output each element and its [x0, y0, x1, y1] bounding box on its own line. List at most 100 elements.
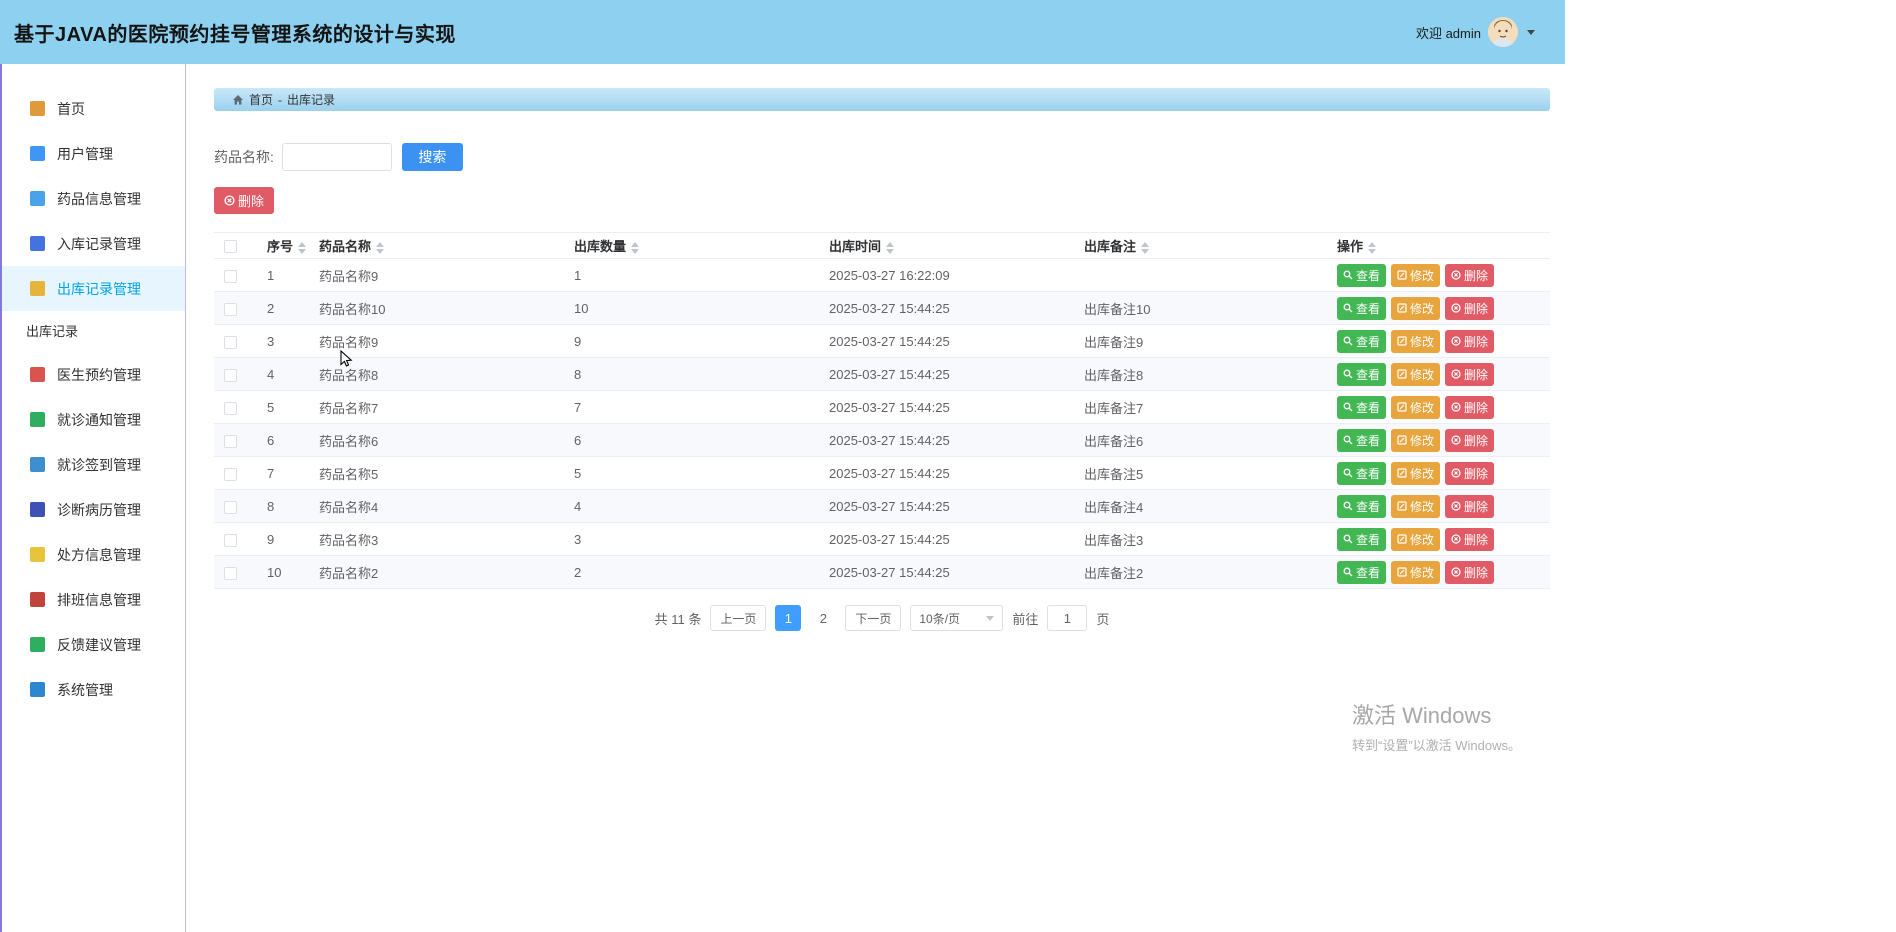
- outbound-records-table: 序号 药品名称 出库数量 出库时间 出库备注 操作 1药品名称912025-03…: [214, 232, 1550, 589]
- sidebar-item-inbound-record-management[interactable]: 入库记录管理: [2, 221, 185, 266]
- cell-index: 6: [257, 424, 309, 457]
- cell-remark: 出库备注5: [1074, 457, 1327, 490]
- delete-button[interactable]: 删除: [1445, 363, 1494, 386]
- table-row: 2药品名称10102025-03-27 15:44:25出库备注10查看修改删除: [214, 292, 1550, 325]
- view-button[interactable]: 查看: [1337, 330, 1386, 353]
- column-header-quantity[interactable]: 出库数量: [564, 233, 819, 259]
- cell-quantity: 2: [564, 556, 819, 589]
- sort-icon[interactable]: [376, 242, 384, 254]
- row-checkbox[interactable]: [224, 567, 237, 580]
- magnifier-icon: [1343, 534, 1353, 544]
- sort-icon[interactable]: [298, 242, 306, 254]
- page-button-1[interactable]: 1: [775, 605, 801, 631]
- sidebar-item-drug-info-management[interactable]: 药品信息管理: [2, 176, 185, 221]
- prev-page-button[interactable]: 上一页: [710, 605, 766, 631]
- select-all-checkbox[interactable]: [224, 240, 237, 253]
- user-menu[interactable]: 欢迎 admin: [1416, 17, 1535, 47]
- edit-button[interactable]: 修改: [1391, 462, 1440, 485]
- sidebar-item-label: 首页: [57, 99, 85, 119]
- delete-button[interactable]: 删除: [1445, 462, 1494, 485]
- cell-time: 2025-03-27 15:44:25: [819, 358, 1074, 391]
- view-button[interactable]: 查看: [1337, 396, 1386, 419]
- edit-button[interactable]: 修改: [1391, 495, 1440, 518]
- row-checkbox[interactable]: [224, 468, 237, 481]
- sidebar-item-outbound-record-management[interactable]: 出库记录管理: [2, 266, 185, 311]
- edit-button-label: 修改: [1410, 333, 1434, 350]
- goto-page-input[interactable]: [1047, 605, 1087, 631]
- batch-delete-button[interactable]: 删除: [214, 187, 274, 214]
- sidebar-item-schedule-info-management[interactable]: 排班信息管理: [2, 577, 185, 622]
- edit-button[interactable]: 修改: [1391, 528, 1440, 551]
- breadcrumb-home[interactable]: 首页: [249, 91, 273, 108]
- row-checkbox[interactable]: [224, 534, 237, 547]
- row-checkbox[interactable]: [224, 501, 237, 514]
- column-label: 操作: [1337, 239, 1363, 254]
- user-avatar-icon[interactable]: [1488, 17, 1518, 47]
- view-button[interactable]: 查看: [1337, 528, 1386, 551]
- table-row: 4药品名称882025-03-27 15:44:25出库备注8查看修改删除: [214, 358, 1550, 391]
- column-header-remark[interactable]: 出库备注: [1074, 233, 1327, 259]
- edit-button[interactable]: 修改: [1391, 396, 1440, 419]
- view-button[interactable]: 查看: [1337, 264, 1386, 287]
- cell-actions: 查看 修改删除: [1327, 391, 1550, 424]
- sidebar-item-system-management[interactable]: 系统管理: [2, 667, 185, 712]
- delete-button[interactable]: 删除: [1445, 330, 1494, 353]
- view-button[interactable]: 查看: [1337, 561, 1386, 584]
- view-button[interactable]: 查看: [1337, 462, 1386, 485]
- edit-button-label: 修改: [1410, 399, 1434, 416]
- sidebar-item-diagnosis-record-management[interactable]: 诊断病历管理: [2, 487, 185, 532]
- view-button[interactable]: 查看: [1337, 495, 1386, 518]
- delete-button[interactable]: 删除: [1445, 264, 1494, 287]
- delete-button[interactable]: 删除: [1445, 396, 1494, 419]
- edit-icon: [1397, 435, 1407, 445]
- sort-icon[interactable]: [1368, 242, 1376, 254]
- edit-button[interactable]: 修改: [1391, 429, 1440, 452]
- edit-button[interactable]: 修改: [1391, 264, 1440, 287]
- column-header-actions[interactable]: 操作: [1327, 233, 1550, 259]
- cell-actions: 查看修改删除: [1327, 259, 1550, 292]
- delete-button[interactable]: 删除: [1445, 528, 1494, 551]
- sort-icon[interactable]: [1141, 242, 1149, 254]
- edit-button[interactable]: 修改: [1391, 561, 1440, 584]
- column-header-index[interactable]: 序号: [257, 233, 309, 259]
- drug-name-input[interactable]: [282, 143, 392, 171]
- sidebar-item-home[interactable]: 首页: [2, 86, 185, 131]
- delete-button-label: 删除: [1464, 564, 1488, 581]
- circle-x-icon: [1451, 270, 1461, 280]
- view-button[interactable]: 查看: [1337, 363, 1386, 386]
- delete-button[interactable]: 删除: [1445, 297, 1494, 320]
- page-size-select[interactable]: 10条/页: [910, 605, 1003, 631]
- column-header-time[interactable]: 出库时间: [819, 233, 1074, 259]
- next-page-button[interactable]: 下一页: [845, 605, 901, 631]
- search-button[interactable]: 搜索: [402, 143, 463, 171]
- view-button[interactable]: 查看: [1337, 297, 1386, 320]
- app-window: 基于JAVA的医院预约挂号管理系统的设计与实现 欢迎 admin 首页用户管理药…: [0, 0, 1565, 932]
- edit-button[interactable]: 修改: [1391, 297, 1440, 320]
- sidebar-item-label: 就诊签到管理: [57, 455, 141, 475]
- edit-button-label: 修改: [1410, 564, 1434, 581]
- chevron-down-icon: [1527, 30, 1535, 35]
- sidebar-item-doctor-appointment-management[interactable]: 医生预约管理: [2, 352, 185, 397]
- sidebar-item-visit-notice-management[interactable]: 就诊通知管理: [2, 397, 185, 442]
- sidebar-item-feedback-management[interactable]: 反馈建议管理: [2, 622, 185, 667]
- row-checkbox[interactable]: [224, 336, 237, 349]
- row-checkbox[interactable]: [224, 369, 237, 382]
- view-button[interactable]: 查看: [1337, 429, 1386, 452]
- sidebar-item-prescription-info-management[interactable]: 处方信息管理: [2, 532, 185, 577]
- sidebar-item-user-management[interactable]: 用户管理: [2, 131, 185, 176]
- page-button-2[interactable]: 2: [810, 605, 836, 631]
- edit-button[interactable]: 修改: [1391, 363, 1440, 386]
- column-header-drug-name[interactable]: 药品名称: [309, 233, 564, 259]
- edit-button[interactable]: 修改: [1391, 330, 1440, 353]
- sort-icon[interactable]: [631, 242, 639, 254]
- row-checkbox[interactable]: [224, 435, 237, 448]
- row-checkbox[interactable]: [224, 270, 237, 283]
- sidebar-item-visit-checkin-management[interactable]: 就诊签到管理: [2, 442, 185, 487]
- delete-button[interactable]: 删除: [1445, 429, 1494, 452]
- delete-button[interactable]: 删除: [1445, 561, 1494, 584]
- delete-button[interactable]: 删除: [1445, 495, 1494, 518]
- sort-icon[interactable]: [886, 242, 894, 254]
- row-checkbox[interactable]: [224, 303, 237, 316]
- cell-actions: 查看修改删除: [1327, 292, 1550, 325]
- row-checkbox[interactable]: [224, 402, 237, 415]
